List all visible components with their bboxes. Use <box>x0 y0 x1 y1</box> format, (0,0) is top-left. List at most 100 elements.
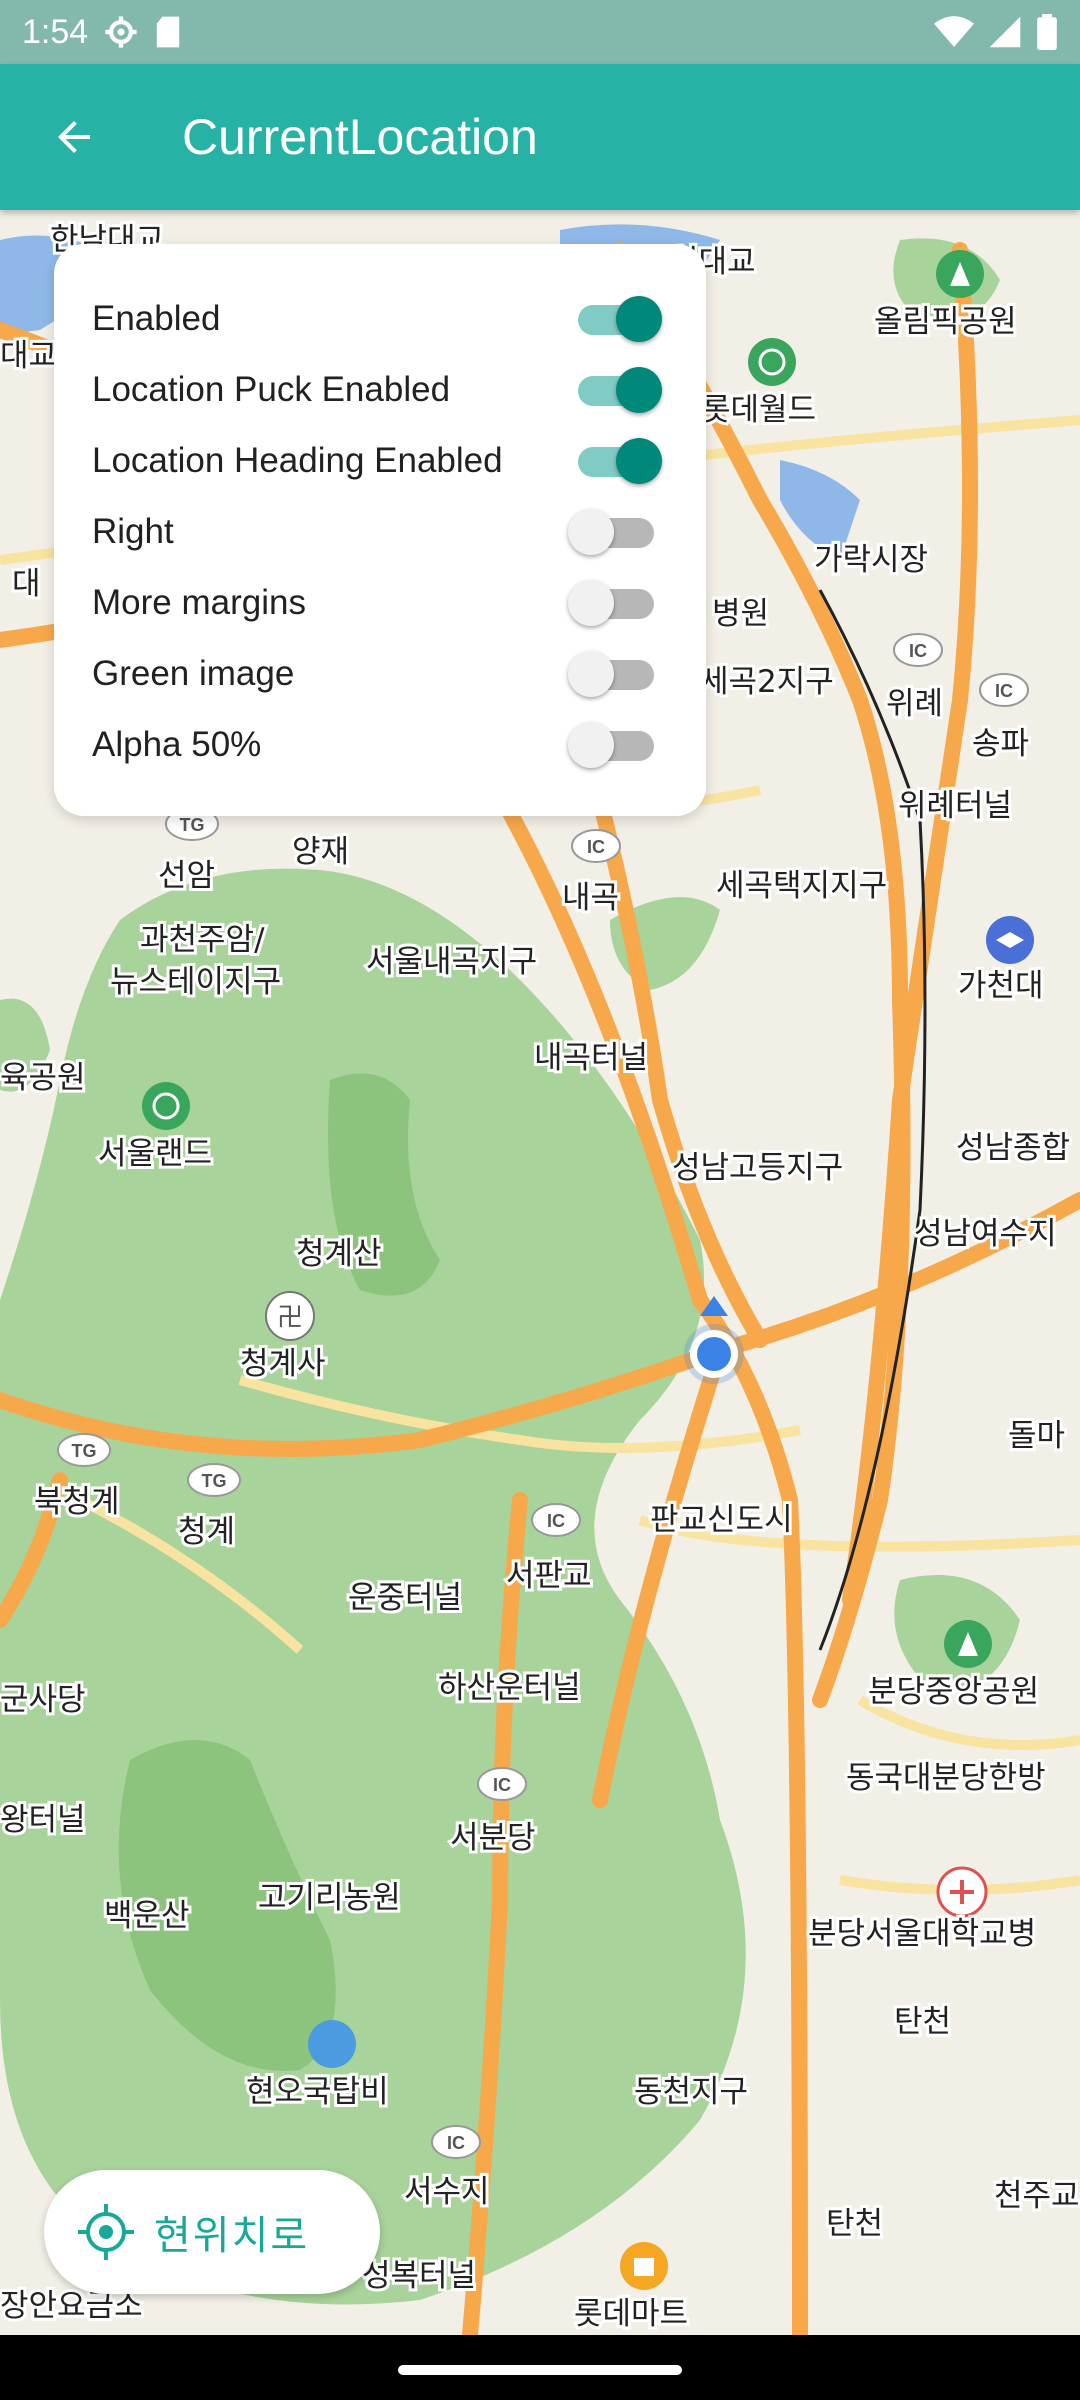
map-badge: IC <box>587 837 605 857</box>
setting-label: Green image <box>92 654 295 693</box>
dolphin-icon <box>308 2020 356 2068</box>
map-label: 군사당 <box>0 1682 86 1718</box>
map-label: 세곡택지지구 <box>716 868 887 904</box>
map-label: 송파 <box>972 726 1029 762</box>
sd-card-icon <box>156 16 180 48</box>
map-badge: TG <box>72 1441 97 1461</box>
map-label: 청계산 <box>296 1236 382 1272</box>
map-label: 동국대분당한방 <box>846 1760 1046 1796</box>
map-badge: IC <box>547 1511 565 1531</box>
current-location-button[interactable]: 현위치로 <box>44 2170 380 2294</box>
map-label: 올림픽공원 <box>874 304 1017 340</box>
location-puck-switch[interactable] <box>566 362 662 418</box>
map-label: 동천지구 <box>634 2074 748 2110</box>
amusement-park-icon <box>142 1082 190 1130</box>
setting-more-margins[interactable]: More margins <box>92 568 662 638</box>
map-label: 판교신도시 <box>650 1502 793 1538</box>
setting-label: Enabled <box>92 299 221 338</box>
shopping-icon <box>620 2242 668 2290</box>
map-label: 분당서울대학교병 <box>808 1916 1036 1952</box>
map-label: 내곡 <box>562 880 619 916</box>
temple-icon: 卍 <box>265 1291 315 1341</box>
map-label: 성남종합 <box>956 1130 1070 1166</box>
map-label: 청계사 <box>240 1346 326 1382</box>
setting-label: Alpha 50% <box>92 725 262 764</box>
system-navigation-bar <box>0 2335 1080 2400</box>
map-label: 운중터널 <box>348 1580 462 1616</box>
map-label: 분당중앙공원 <box>868 1674 1039 1710</box>
map-badge: IC <box>493 1775 511 1795</box>
map-label: 왕터널 <box>0 1802 86 1838</box>
map-label: 대 <box>12 566 41 602</box>
back-button[interactable] <box>44 107 104 167</box>
alpha-50-switch[interactable] <box>566 717 662 773</box>
setting-label: Location Heading Enabled <box>92 441 503 480</box>
status-time: 1:54 <box>22 12 89 51</box>
map-label: 서분당 <box>450 1820 536 1856</box>
cell-signal-icon <box>989 16 1021 48</box>
map-badge: TG <box>202 1471 227 1491</box>
location-settings-panel: Enabled Location Puck Enabled Location H… <box>54 244 706 816</box>
map-label: 서울랜드 <box>98 1136 212 1172</box>
map-label: 탄천 <box>826 2206 883 2242</box>
current-location-label: 현위치로 <box>154 2214 310 2258</box>
setting-location-puck-enabled[interactable]: Location Puck Enabled <box>92 355 662 425</box>
crosshair-icon <box>78 2204 134 2260</box>
map-label: 서울내곡지구 <box>366 944 537 980</box>
green-image-switch[interactable] <box>566 646 662 702</box>
setting-location-heading-enabled[interactable]: Location Heading Enabled <box>92 426 662 496</box>
right-switch[interactable] <box>566 504 662 560</box>
map-label: 롯데월드 <box>702 392 816 428</box>
map-label: 탄천 <box>894 2004 951 2040</box>
park-icon <box>944 1620 992 1668</box>
battery-icon <box>1037 14 1057 50</box>
map-label: 선암 <box>158 858 215 894</box>
setting-label: Right <box>92 512 174 551</box>
map-label: 천주교 <box>994 2178 1080 2214</box>
setting-label: Location Puck Enabled <box>92 370 451 409</box>
more-margins-switch[interactable] <box>566 575 662 631</box>
map-label: 서수지 <box>404 2174 490 2210</box>
map-label: 양재 <box>292 834 349 870</box>
university-icon <box>986 916 1034 964</box>
map-label: 가락시장 <box>814 542 928 578</box>
page-title: CurrentLocation <box>182 109 538 165</box>
map-label: 성남여수지 <box>914 1216 1057 1252</box>
app-bar: CurrentLocation <box>0 64 1080 210</box>
setting-enabled[interactable]: Enabled <box>92 284 662 354</box>
map-label: 뉴스테이지구 <box>110 964 281 1000</box>
map-label: 하산운터널 <box>438 1670 581 1706</box>
wifi-icon <box>934 16 974 47</box>
svg-text:卍: 卍 <box>277 1302 303 1332</box>
map-label: 위례 <box>886 686 943 722</box>
map-badge: IC <box>447 2133 465 2153</box>
status-bar: 1:54 <box>0 0 1080 64</box>
map-label: 현오국탑비 <box>246 2074 389 2110</box>
enabled-switch[interactable] <box>566 291 662 347</box>
setting-green-image[interactable]: Green image <box>92 639 662 709</box>
map-label: 성남고등지구 <box>672 1150 843 1186</box>
map-label: 성복터널 <box>362 2258 476 2294</box>
hospital-icon <box>936 1866 988 1918</box>
map-label: 내곡터널 <box>534 1040 648 1076</box>
map-label: 북청계 <box>34 1484 120 1520</box>
map-badge: IC <box>995 681 1013 701</box>
setting-label: More margins <box>92 583 306 622</box>
map-label: 가천대 <box>958 968 1044 1004</box>
map-label: 돌마 <box>1008 1418 1065 1454</box>
park-icon <box>936 250 984 298</box>
settings-gear-icon <box>105 16 137 48</box>
home-gesture-handle[interactable] <box>398 2365 682 2375</box>
map-label: 대교 <box>0 338 57 374</box>
map-badge: TG <box>180 815 205 835</box>
map-label: 롯데마트 <box>574 2296 688 2332</box>
map-label: 청계 <box>178 1514 235 1550</box>
map-label: 병원 <box>712 596 769 632</box>
location-heading-switch[interactable] <box>566 433 662 489</box>
map-label: 육공원 <box>0 1060 86 1096</box>
map-label: 고기리농원 <box>258 1880 401 1916</box>
setting-right[interactable]: Right <box>92 497 662 567</box>
map-label: 위례터널 <box>898 788 1012 824</box>
amusement-park-icon <box>748 338 796 386</box>
setting-alpha-50[interactable]: Alpha 50% <box>92 710 662 780</box>
